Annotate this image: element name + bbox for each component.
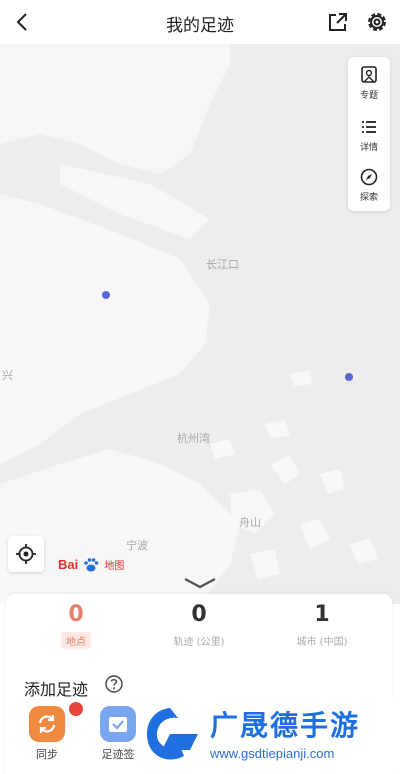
top-bar: 我的足迹	[0, 0, 400, 44]
locate-me-button[interactable]	[8, 536, 44, 572]
detail-button[interactable]: 详情	[348, 111, 390, 159]
baidu-logo-suffix: 地图	[104, 561, 125, 572]
explore-button[interactable]: 探索	[348, 161, 390, 209]
sync-action[interactable]: 同步	[23, 700, 85, 762]
stat-tracks-value: 0	[191, 602, 207, 627]
list-icon	[362, 121, 376, 133]
map-label-ningbo: 宁波	[126, 539, 148, 552]
share-icon[interactable]	[326, 10, 350, 34]
sync-badge	[67, 700, 85, 718]
topic-label: 专题	[359, 91, 378, 101]
detail-label: 详情	[359, 143, 378, 153]
footprint-marker[interactable]	[102, 291, 110, 299]
calendar-check-icon	[109, 717, 127, 732]
watermark-url: www.gsdtiepianji.com	[210, 746, 335, 761]
locate-icon	[16, 544, 36, 564]
explore-label: 探索	[359, 193, 378, 203]
map-base	[0, 44, 400, 604]
footprint-map[interactable]: 长江口 杭州湾 舟山 宁波 兴	[0, 44, 400, 604]
baidu-map-logo: Bai 地图	[58, 554, 124, 574]
add-footprint-title: 添加足迹	[24, 680, 89, 699]
stat-places-label: 地点	[61, 632, 91, 649]
map-label-zhoushan: 舟山	[239, 516, 261, 529]
stat-cities-label: 城市 (中国)	[296, 637, 348, 648]
watermark-brand: 广晟德手游	[210, 709, 361, 742]
footprint-tag-label: 足迹签	[101, 748, 135, 761]
sync-arrows-icon	[38, 715, 56, 733]
explore-icon	[360, 168, 378, 186]
map-side-panel: 专题 详情 探索	[348, 57, 390, 211]
settings-gear-icon[interactable]	[364, 9, 390, 35]
stat-tracks-label: 轨迹 (公里)	[173, 637, 225, 648]
help-question-icon[interactable]	[104, 674, 124, 694]
map-label-edge: 兴	[2, 369, 13, 382]
map-label-changjiangkou: 长江口	[206, 258, 239, 271]
baidu-logo-text: Bai	[58, 557, 79, 572]
stat-cities-value: 1	[314, 602, 330, 627]
baidu-paw-icon	[84, 557, 99, 571]
sync-label: 同步	[36, 748, 58, 761]
stat-cities[interactable]: 1 城市 (中国)	[262, 602, 382, 649]
map-label-hangzhouwan: 杭州湾	[177, 432, 210, 445]
stat-tracks[interactable]: 0 轨迹 (公里)	[139, 602, 259, 649]
stat-places[interactable]: 0 地点	[16, 602, 136, 649]
collapse-chevron-icon[interactable]	[183, 576, 217, 590]
watermark: 广晟德手游 www.gsdtiepianji.com	[140, 698, 400, 770]
stat-places-value: 0	[68, 602, 84, 627]
topic-icon	[361, 66, 377, 83]
watermark-logo	[146, 708, 198, 760]
footprint-tag-icon	[100, 706, 136, 742]
topic-button[interactable]: 专题	[348, 59, 390, 107]
footprint-marker[interactable]	[345, 373, 353, 381]
sync-icon	[29, 700, 85, 742]
footprint-tag-action[interactable]: 足迹签	[94, 706, 142, 762]
